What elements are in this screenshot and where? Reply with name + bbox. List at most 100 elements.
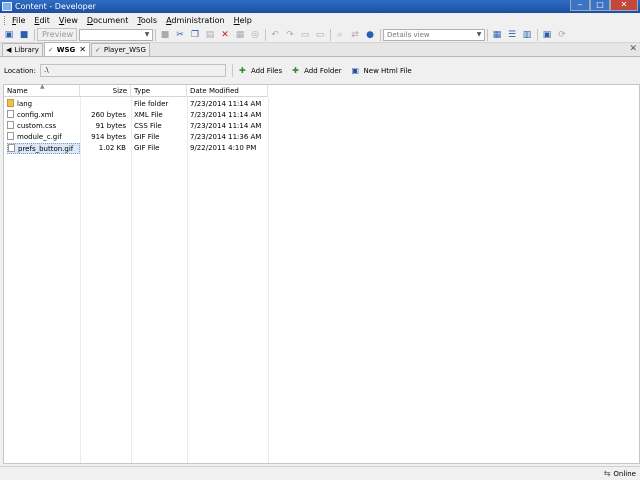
toolbar-separator [34,28,35,41]
file-name-text: prefs_button.gif [18,145,74,153]
html-file-icon: ▣ [351,66,360,75]
menu-grip [4,16,7,25]
menu-tools[interactable]: Tools [137,16,157,25]
find-icon[interactable]: ⌕ [333,28,347,41]
location-label: Location: [4,66,36,75]
details-view-icon[interactable]: ▦ [490,28,504,41]
paste-icon[interactable]: ▤ [203,28,217,41]
tab-close-icon[interactable]: ✕ [79,45,86,54]
add-folder-button[interactable]: ✚ Add Folder [292,66,341,75]
replace-icon[interactable]: ⇄ [348,28,362,41]
file-date: 7/23/2014 11:14 AM [190,122,262,130]
menu-view[interactable]: View [59,16,78,25]
preview-button[interactable]: Preview [37,28,77,41]
file-name: lang [7,99,80,110]
list-view-icon[interactable]: ☰ [505,28,519,41]
toolbar-separator [330,28,331,41]
location-bar: Location: .\ ✚ Add Files ✚ Add Folder ▣ … [0,57,640,84]
refresh-icon[interactable]: ◎ [248,28,262,41]
toolbar-separator [380,28,381,41]
indent-icon[interactable]: ▭ [298,28,312,41]
view-select-value: Details view [387,30,430,39]
column-header-type[interactable]: Type [131,85,187,97]
arrow-left-icon: ◀ [6,46,12,54]
file-row-custom-css[interactable]: custom.css 91 bytes CSS File 7/23/2014 1… [4,121,268,132]
image-file-icon [7,132,14,140]
toolbar-separator [537,28,538,41]
menu-edit[interactable]: Edit [34,16,50,25]
file-name-text: module_c.gif [17,133,62,141]
file-name: module_c.gif [7,132,80,143]
view-select[interactable]: Details view ▼ [383,28,485,41]
file-list[interactable]: ▲ Name Size Type Date Modified lang File… [3,83,640,464]
menu-help[interactable]: Help [234,16,252,25]
tab-library[interactable]: ◀ Library [2,43,43,56]
file-size: 260 bytes [91,111,126,119]
status-bar: ⇆ Online [0,466,640,480]
add-files-button[interactable]: ✚ Add Files [239,66,282,75]
properties-icon[interactable]: ▦ [233,28,247,41]
app-icon [2,2,12,11]
menu-bar: File Edit View Document Tools Administra… [0,14,640,27]
file-row-prefs-button-gif[interactable]: prefs_button.gif 1.02 KB GIF File 9/22/2… [4,143,268,154]
checkmark-icon: ✓ [47,45,54,54]
folder-icon [7,99,14,107]
outdent-icon[interactable]: ▭ [313,28,327,41]
file-type: CSS File [134,122,162,130]
online-status: ⇆ Online [604,469,636,478]
new-html-file-button[interactable]: ▣ New Html File [352,66,412,75]
file-name: prefs_button.gif [7,143,80,154]
file-size: 1.02 KB [98,144,126,152]
tab-label: Library [14,46,39,54]
maximize-button[interactable]: □ [590,0,610,11]
image-file-icon [8,144,15,152]
minimize-button[interactable]: ‒ [570,0,590,11]
file-date: 7/23/2014 11:36 AM [190,133,262,141]
file-type: GIF File [134,144,160,152]
new-html-file-label: New Html File [363,66,412,75]
add-files-icon: ✚ [238,66,246,75]
sync-icon[interactable]: ⟳ [555,28,569,41]
column-header-size[interactable]: Size [80,85,131,97]
file-row-lang[interactable]: lang File folder 7/23/2014 11:14 AM [4,99,268,110]
document-select[interactable]: ▼ [79,28,153,41]
save-icon[interactable]: ■ [17,28,31,41]
tab-player-wsg[interactable]: ✓ Player_WSG [90,43,150,56]
column-header-name[interactable]: Name [4,85,80,97]
toolbar-separator [155,28,156,41]
file-name-text: config.xml [17,111,54,119]
add-folder-label: Add Folder [304,66,342,75]
redo-icon[interactable]: ↷ [283,28,297,41]
menu-administration[interactable]: Administration [166,16,225,25]
file-row-config-xml[interactable]: config.xml 260 bytes XML File 7/23/2014 … [4,110,268,121]
columns-view-icon[interactable]: ▥ [520,28,534,41]
chevron-down-icon: ▼ [476,30,482,38]
file-name-text: custom.css [17,122,57,130]
network-icon: ⇆ [603,469,611,478]
menu-document[interactable]: Document [87,16,128,25]
stop-icon[interactable]: ■ [158,28,172,41]
file-date: 7/23/2014 11:14 AM [190,100,262,108]
title-bar: Content - Developer [0,0,640,13]
open-icon[interactable]: ▣ [2,28,16,41]
toolbar-separator [487,28,488,41]
add-folder-icon: ✚ [292,66,299,75]
column-divider [268,97,269,463]
tab-bar: ◀ Library ✓ WSG ✕ ✓ Player_WSG [0,42,640,57]
close-button[interactable]: ✕ [610,0,638,11]
delete-icon[interactable]: ✕ [218,28,232,41]
help-icon[interactable]: ● [363,28,377,41]
location-input[interactable]: .\ [39,64,226,77]
undo-icon[interactable]: ↶ [268,28,282,41]
chevron-down-icon: ▼ [144,30,150,38]
close-tab-icon[interactable]: ✕ [629,44,637,54]
file-icon [7,110,14,118]
cut-icon[interactable]: ✂ [173,28,187,41]
tab-wsg[interactable]: ✓ WSG ✕ [43,42,90,56]
file-type: GIF File [134,133,160,141]
layout-icon[interactable]: ▣ [540,28,554,41]
menu-file[interactable]: File [12,16,25,25]
column-header-date[interactable]: Date Modified [187,85,268,97]
file-row-module-c-gif[interactable]: module_c.gif 914 bytes GIF File 7/23/201… [4,132,268,143]
copy-icon[interactable]: ❐ [188,28,202,41]
